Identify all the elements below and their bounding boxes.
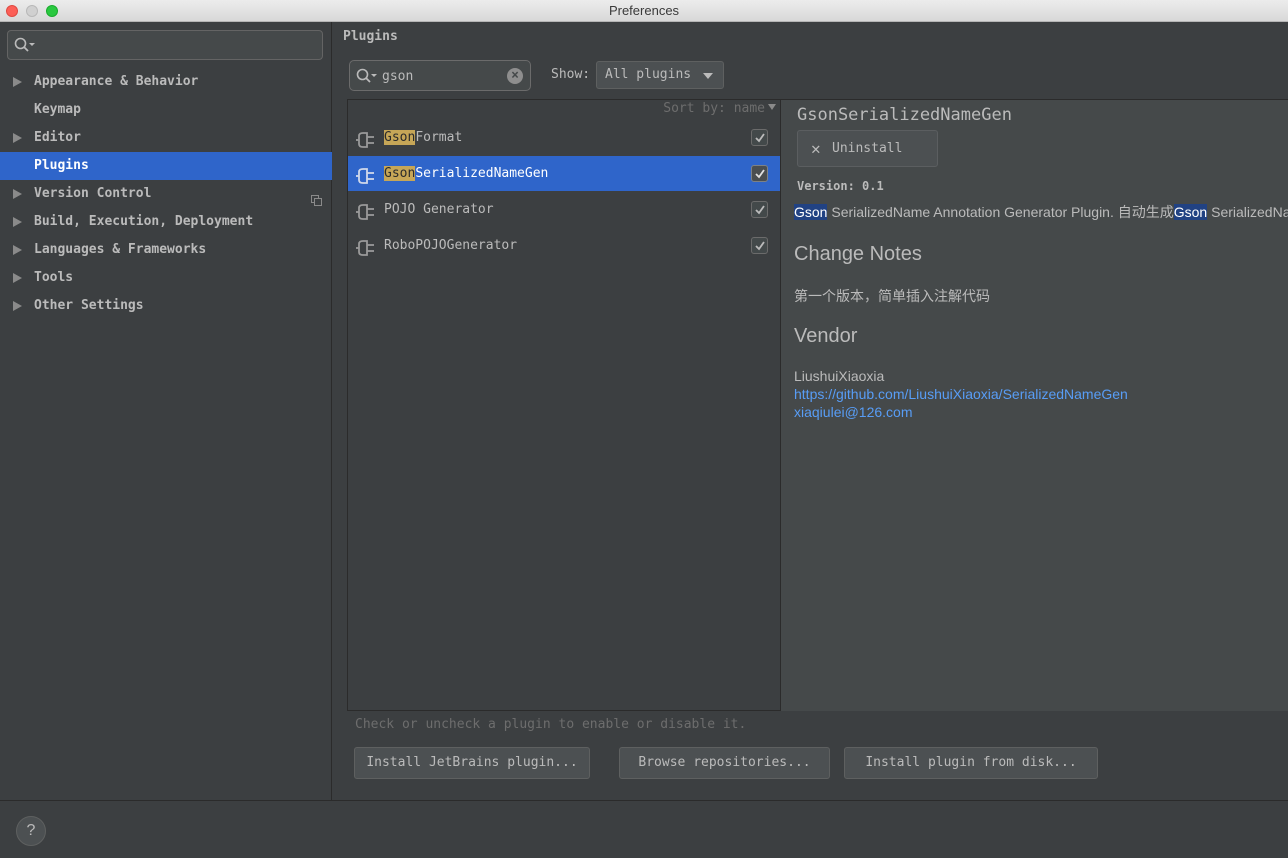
sidebar-item-plugins[interactable]: Plugins (0, 152, 332, 180)
plugin-name: POJO Generator (384, 202, 494, 217)
project-scope-icon (311, 189, 322, 206)
vendor-url-link[interactable]: https://github.com/LiushuiXiaoxia/Serial… (794, 386, 1128, 402)
plugin-enabled-checkbox[interactable] (751, 165, 768, 182)
plugin-details-pane: GsonSerializedNameGen ✕ Uninstall Versio… (780, 99, 1288, 711)
expand-arrow-icon[interactable] (13, 189, 22, 199)
plugin-search-input[interactable] (382, 67, 502, 85)
search-icon (14, 37, 36, 57)
expand-arrow-icon[interactable] (13, 77, 22, 87)
sidebar-item-label: Tools (34, 270, 74, 285)
change-notes-heading: Change Notes (794, 243, 922, 265)
plugin-name: GsonSerializedNameGen (384, 156, 548, 191)
sidebar-item-label: Plugins (34, 158, 89, 173)
expand-arrow-icon[interactable] (13, 217, 22, 227)
expand-arrow-icon[interactable] (13, 273, 22, 283)
match-highlight: Gson (1173, 204, 1208, 220)
plugin-row-gsonserializednamegen[interactable]: GsonSerializedNameGen (348, 156, 780, 191)
plugin-enabled-checkbox[interactable] (751, 129, 768, 146)
match-highlight: Gson (794, 204, 828, 220)
plugin-icon (356, 236, 376, 256)
sidebar-item-version-control[interactable]: Version Control (0, 180, 332, 208)
plugin-search-field[interactable]: × (349, 60, 531, 91)
install-jetbrains-plugin-button[interactable]: Install JetBrains plugin... (354, 747, 590, 779)
plugin-name: RoboPOJOGenerator (384, 238, 518, 253)
sidebar-item-label: Keymap (34, 102, 81, 117)
plugins-panel: Plugins × Show: All plugins Sort by: nam… (333, 22, 1288, 800)
sidebar-item-appearance-behavior[interactable]: Appearance & Behavior (0, 68, 332, 96)
plugin-icon (356, 164, 376, 184)
sidebar-item-languages-frameworks[interactable]: Languages & Frameworks (0, 236, 332, 264)
help-button[interactable]: ? (16, 816, 46, 846)
match-highlight: Gson (384, 166, 416, 181)
title-bar: Preferences (0, 0, 1288, 22)
plugin-list: Sort by: name GsonFormat GsonSerializedN… (347, 99, 780, 711)
expand-arrow-icon[interactable] (13, 245, 22, 255)
vendor-email-link[interactable]: xiaqiulei@126.com (794, 404, 913, 420)
sort-by-label: Sort by: name (663, 101, 765, 116)
change-notes-text: 第一个版本，简单插入注解代码 (794, 288, 990, 304)
plugin-icon (356, 128, 376, 148)
plugin-enabled-checkbox[interactable] (751, 237, 768, 254)
sidebar-item-label: Editor (34, 130, 81, 145)
vendor-name: LiushuiXiaoxia (794, 368, 885, 384)
uninstall-button[interactable]: ✕ Uninstall (797, 130, 938, 167)
plugin-name-rest: Format (415, 130, 463, 145)
show-filter-label: Show: (551, 67, 591, 82)
settings-sidebar: Appearance & Behavior Keymap Editor Plug… (0, 22, 332, 800)
plugin-row-robopojogenerator[interactable]: RoboPOJOGenerator (348, 228, 780, 263)
browse-repositories-button[interactable]: Browse repositories... (619, 747, 830, 779)
plugin-enabled-checkbox[interactable] (751, 201, 768, 218)
close-icon: ✕ (811, 139, 821, 158)
sidebar-item-editor[interactable]: Editor (0, 124, 332, 152)
plugin-name: GsonFormat (384, 120, 462, 155)
expand-arrow-icon[interactable] (13, 133, 22, 143)
show-filter-dropdown[interactable]: All plugins (596, 61, 724, 89)
plugin-version: Version: 0.1 (797, 179, 884, 193)
sidebar-item-other-settings[interactable]: Other Settings (0, 292, 332, 320)
sidebar-item-label: Appearance & Behavior (34, 74, 199, 89)
description-text: SerializedName Annotation Generator Plug… (827, 204, 1174, 220)
enable-hint-text: Check or uncheck a plugin to enable or d… (355, 717, 747, 732)
sidebar-item-keymap[interactable]: Keymap (0, 96, 332, 124)
sidebar-item-label: Languages & Frameworks (34, 242, 207, 257)
sidebar-item-label: Other Settings (34, 298, 144, 313)
vendor-heading: Vendor (794, 325, 858, 347)
plugin-name-rest: SerializedNameGen (415, 166, 549, 181)
plugin-detail-title: GsonSerializedNameGen (797, 105, 1012, 125)
sidebar-item-label: Build, Execution, Deployment (34, 214, 254, 229)
chevron-down-icon (703, 73, 713, 79)
plugin-row-pojo-generator[interactable]: POJO Generator (348, 192, 780, 227)
plugin-description: Gson SerializedName Annotation Generator… (794, 202, 1288, 222)
clear-search-icon[interactable]: × (507, 68, 523, 84)
sidebar-item-label: Version Control (34, 186, 152, 201)
sidebar-item-build-execution-deployment[interactable]: Build, Execution, Deployment (0, 208, 332, 236)
expand-arrow-icon[interactable] (13, 301, 22, 311)
settings-search-input[interactable] (7, 30, 323, 60)
sort-by-control[interactable]: Sort by: name (663, 101, 776, 116)
plugin-icon (356, 200, 376, 220)
description-text: SerializedName (1211, 204, 1288, 220)
window-title: Preferences (608, 3, 680, 18)
plugin-row-gsonformat[interactable]: GsonFormat (348, 120, 780, 155)
uninstall-label: Uninstall (832, 141, 903, 156)
sidebar-item-tools[interactable]: Tools (0, 264, 332, 292)
match-highlight: Gson (384, 130, 416, 145)
page-title: Plugins (343, 29, 398, 44)
dialog-footer: ? (0, 800, 1288, 858)
show-filter-value: All plugins (605, 67, 692, 82)
search-icon (356, 68, 380, 88)
install-plugin-from-disk-button[interactable]: Install plugin from disk... (844, 747, 1098, 779)
chevron-down-icon (768, 104, 776, 110)
